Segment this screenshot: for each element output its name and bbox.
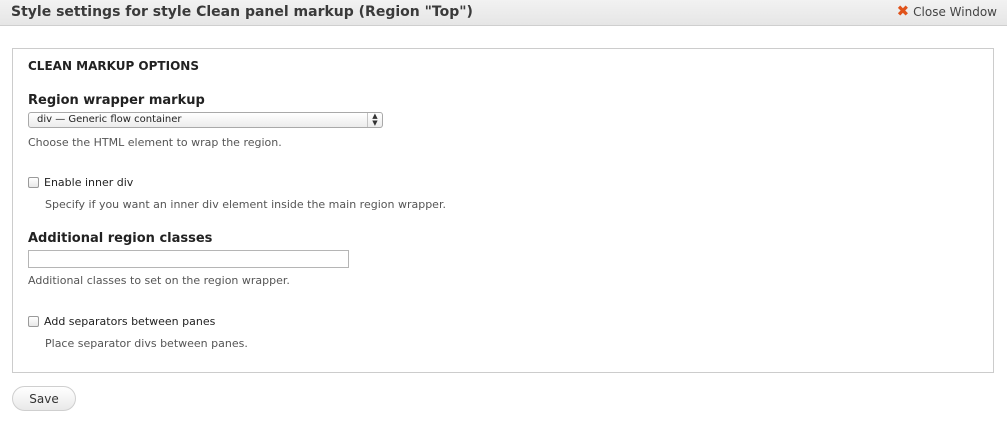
add-separators-checkbox[interactable]: [28, 316, 39, 327]
additional-classes-input[interactable]: [28, 250, 349, 268]
close-window-link[interactable]: ✖ Close Window: [897, 4, 997, 19]
select-arrows-icon: ▲ ▼: [367, 113, 382, 127]
enable-inner-div-description: Specify if you want an inner div element…: [45, 198, 446, 211]
add-separators-label: Add separators between panes: [44, 315, 216, 328]
additional-classes-description: Additional classes to set on the region …: [28, 274, 290, 287]
enable-inner-div-option[interactable]: Enable inner div: [28, 176, 133, 189]
enable-inner-div-label: Enable inner div: [44, 176, 134, 189]
add-separators-description: Place separator divs between panes.: [45, 337, 248, 350]
additional-classes-label: Additional region classes: [28, 231, 213, 246]
region-wrapper-label: Region wrapper markup: [28, 93, 205, 108]
enable-inner-div-checkbox[interactable]: [28, 177, 39, 188]
clean-markup-options-fieldset: CLEAN MARKUP OPTIONS Region wrapper mark…: [12, 48, 994, 373]
fieldset-legend: CLEAN MARKUP OPTIONS: [28, 59, 199, 73]
window-title: Style settings for style Clean panel mar…: [11, 4, 473, 20]
window-titlebar: Style settings for style Clean panel mar…: [0, 0, 1007, 26]
region-wrapper-select[interactable]: div — Generic flow container ▲ ▼: [28, 112, 383, 128]
region-wrapper-description: Choose the HTML element to wrap the regi…: [28, 136, 282, 149]
save-button[interactable]: Save: [12, 386, 76, 411]
close-window-label: Close Window: [913, 4, 997, 19]
add-separators-option[interactable]: Add separators between panes: [28, 315, 215, 328]
close-x-icon: ✖: [896, 2, 910, 20]
region-wrapper-selected-value: div — Generic flow container: [37, 114, 182, 125]
